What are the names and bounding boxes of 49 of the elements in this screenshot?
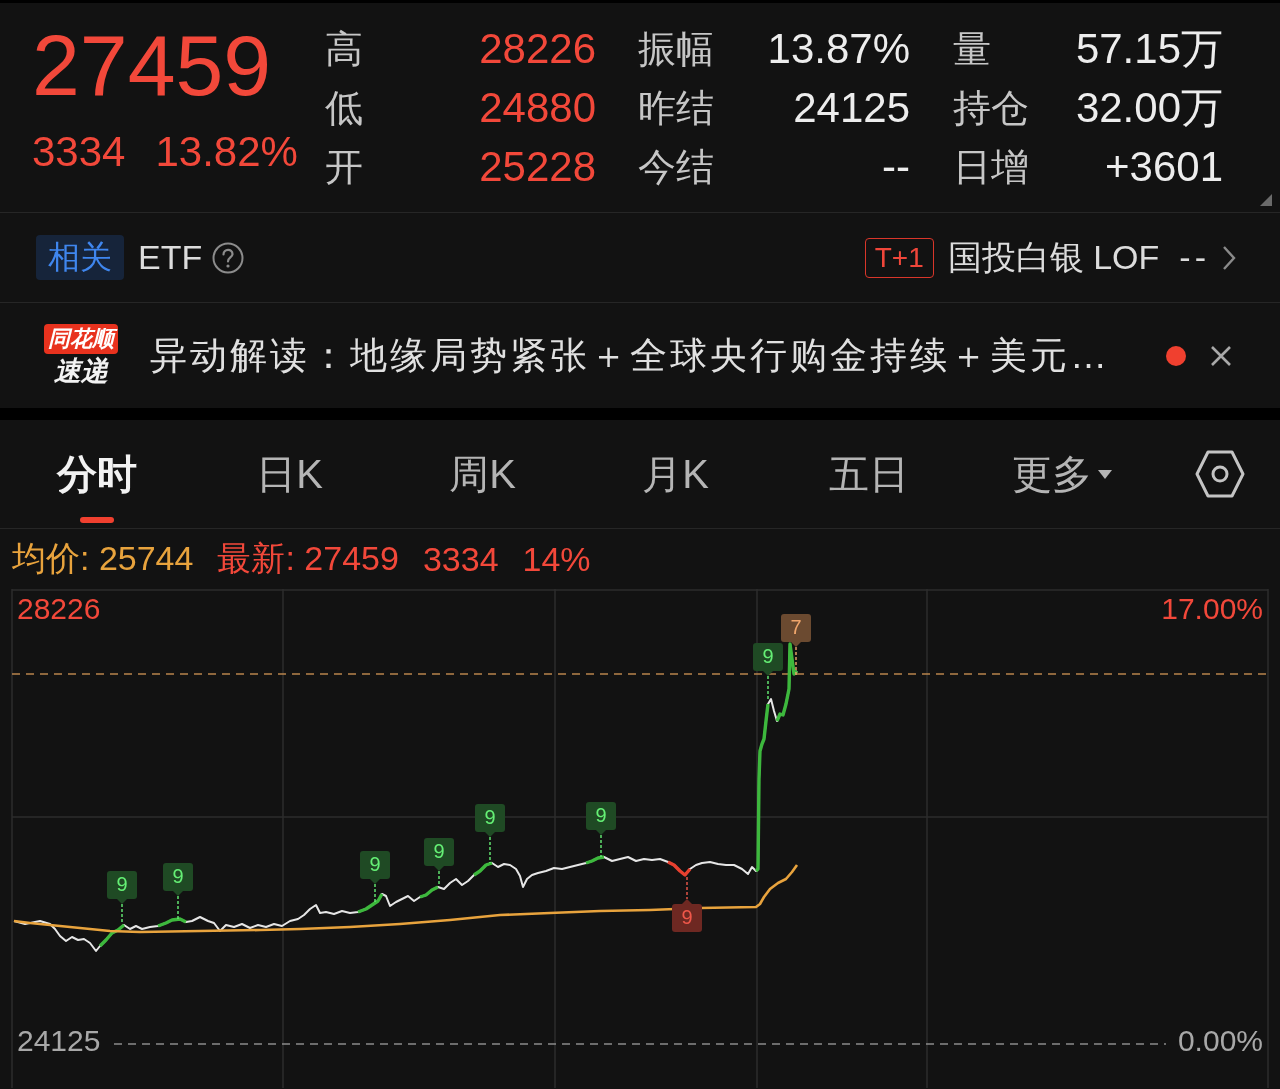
stat-value: 13.87%: [767, 24, 910, 73]
percent-text: 14%: [522, 539, 591, 579]
stat-label: 持仓: [953, 85, 1029, 130]
stat-value: +3601: [1105, 142, 1223, 191]
stat-label: 振幅: [638, 26, 714, 71]
percent-change: 13.82%: [155, 128, 298, 176]
chart-tab[interactable]: 月K: [579, 420, 772, 528]
stat-label: 昨结: [638, 85, 714, 130]
stat-value: 28226: [479, 24, 596, 73]
logo-badge: 同花顺: [44, 323, 118, 354]
close-icon[interactable]: [1210, 344, 1232, 367]
stat-label: 日增: [953, 144, 1029, 189]
stat-label: 低: [325, 85, 363, 130]
logo-text: 速递: [54, 354, 108, 388]
latest-price-text: 最新: 27459: [217, 538, 399, 579]
fund-name[interactable]: 国投白银 LOF: [947, 234, 1160, 281]
chart-tab[interactable]: 更多: [965, 420, 1158, 528]
max-percent-label: 17.00%: [1161, 591, 1263, 625]
average-price-text: 均价: 25744: [12, 538, 194, 579]
fund-price: --: [1179, 238, 1210, 277]
stat-label: 量: [953, 26, 991, 71]
stat-value: --: [882, 142, 910, 191]
caret-down-icon[interactable]: [1097, 469, 1112, 479]
chart-tab[interactable]: 日K: [193, 420, 386, 528]
max-price-label: 28226: [17, 591, 101, 625]
trade-rule-tag: T+1: [864, 237, 934, 278]
help-icon[interactable]: [212, 241, 245, 274]
related-badge: 相关: [36, 235, 124, 280]
chevron-right-icon[interactable]: [1222, 244, 1236, 271]
price-change: 3334: [32, 128, 126, 176]
stat-value: 24125: [793, 83, 910, 132]
stat-value: 25228: [479, 142, 596, 191]
chart-tab[interactable]: 分时: [0, 420, 193, 528]
base-percent-label: 0.00%: [1177, 1023, 1263, 1057]
triangle-icon[interactable]: [1260, 194, 1272, 206]
last-price: 27459: [32, 22, 272, 108]
chart-tab[interactable]: 五日: [772, 420, 965, 528]
stat-label: 今结: [638, 144, 714, 189]
stat-value: 24880: [479, 83, 596, 132]
news-headline[interactable]: 异动解读：地缘局势紧张＋全球央行购金持续＋美元…: [150, 330, 1110, 381]
etf-label: ETF: [138, 238, 203, 277]
stat-value: 57.15万: [1075, 24, 1223, 73]
base-price-label: 24125: [17, 1023, 101, 1057]
stat-label: 高: [325, 26, 363, 71]
stat-label: 开: [325, 144, 363, 189]
chart-tab[interactable]: 周K: [386, 420, 579, 528]
settings-icon[interactable]: [1195, 449, 1245, 499]
change-text: 3334: [422, 539, 499, 579]
stat-value: 32.00万: [1075, 83, 1223, 132]
